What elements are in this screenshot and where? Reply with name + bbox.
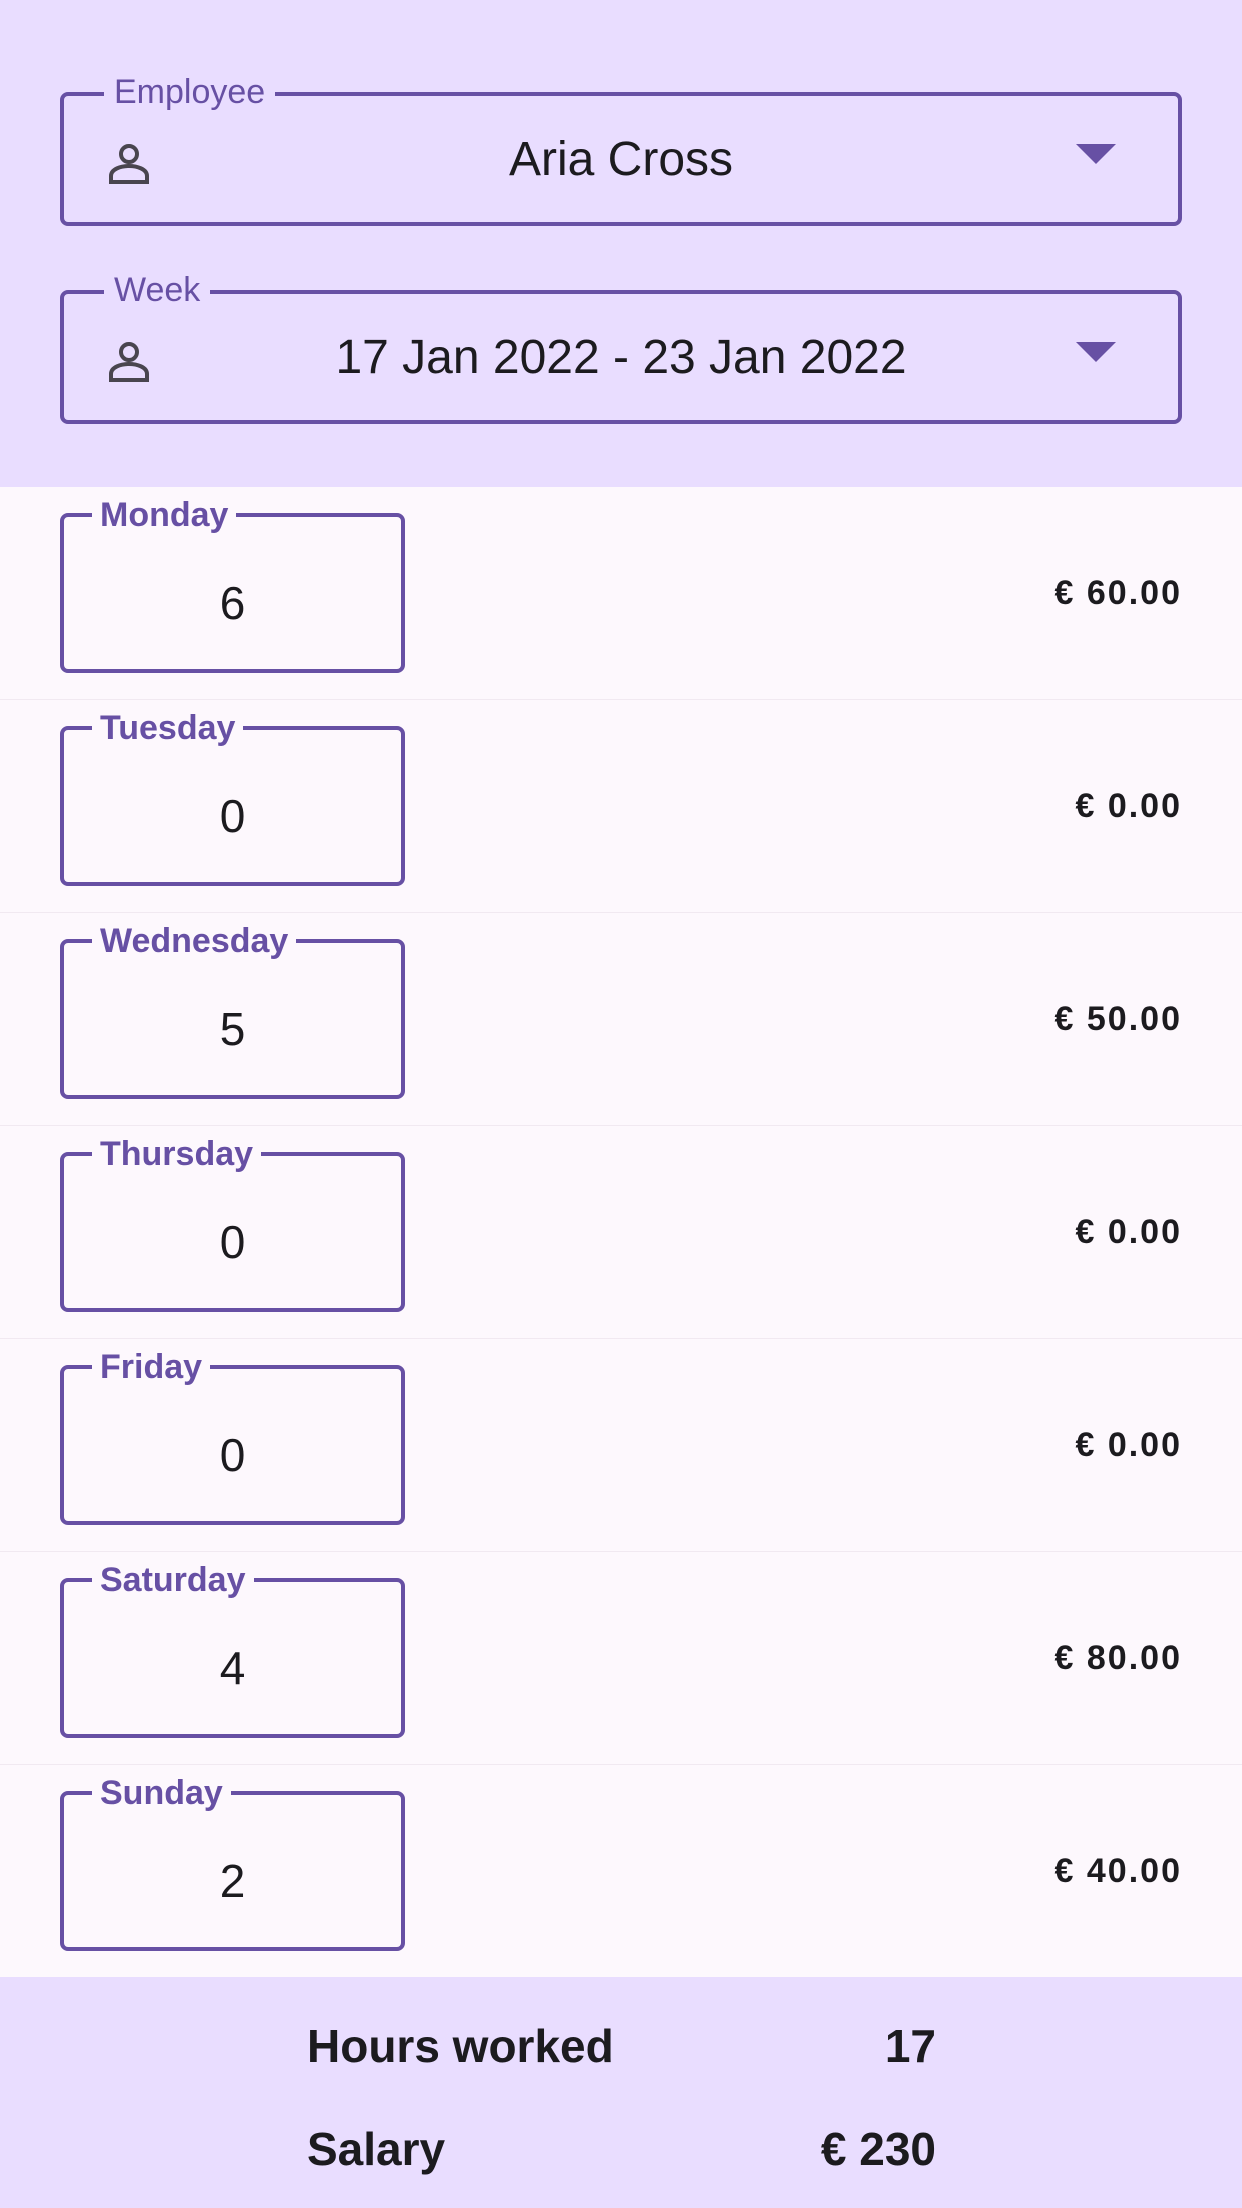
- day-pay: € 0.00: [1075, 1426, 1182, 1464]
- hours-input[interactable]: 0: [64, 1176, 401, 1308]
- hours-input[interactable]: 0: [64, 1389, 401, 1521]
- salary-label: Salary: [307, 2123, 446, 2175]
- day-label: Monday: [92, 495, 237, 535]
- day-row-thursday: Thursday 0 € 0.00: [0, 1126, 1242, 1339]
- day-row-sunday: Sunday 2 € 40.00: [0, 1765, 1242, 1978]
- day-pay: € 0.00: [1075, 1213, 1182, 1251]
- day-label: Saturday: [92, 1560, 254, 1600]
- week-dropdown[interactable]: Week 17 Jan 2022 - 23 Jan 2022: [60, 270, 1182, 424]
- day-pay: € 0.00: [1075, 787, 1182, 825]
- hours-worked-value: 17: [884, 2020, 936, 2072]
- hours-input[interactable]: 2: [64, 1815, 401, 1947]
- day-label: Sunday: [92, 1773, 231, 1813]
- employee-dropdown-value: Aria Cross: [508, 132, 734, 186]
- day-pay: € 50.00: [1054, 1000, 1182, 1038]
- hours-worked-label: Hours worked: [307, 2020, 614, 2072]
- day-label: Friday: [92, 1347, 211, 1387]
- hours-field-tuesday[interactable]: Tuesday 0: [60, 708, 405, 886]
- hours-field-monday[interactable]: Monday 6: [60, 495, 405, 673]
- hours-field-thursday[interactable]: Thursday 0: [60, 1134, 405, 1312]
- hours-field-sunday[interactable]: Sunday 2: [60, 1773, 405, 1951]
- selection-header: Employee Aria Cross Week 17 Jan 2022 - 2…: [0, 0, 1242, 487]
- salary-value: € 230: [820, 2123, 936, 2175]
- day-pay: € 40.00: [1054, 1852, 1182, 1890]
- hours-input[interactable]: 5: [64, 963, 401, 1095]
- week-dropdown-value: 17 Jan 2022 - 23 Jan 2022: [335, 330, 907, 384]
- day-pay: € 60.00: [1054, 574, 1182, 612]
- day-row-monday: Monday 6 € 60.00: [0, 487, 1242, 700]
- day-label: Thursday: [92, 1134, 262, 1174]
- day-row-saturday: Saturday 4 € 80.00: [0, 1552, 1242, 1765]
- dropdown-arrow-icon[interactable]: [1076, 144, 1116, 164]
- hours-input[interactable]: 0: [64, 750, 401, 882]
- dropdown-arrow-icon[interactable]: [1076, 342, 1116, 362]
- day-row-friday: Friday 0 € 0.00: [0, 1339, 1242, 1552]
- hours-field-friday[interactable]: Friday 0: [60, 1347, 405, 1525]
- day-label: Tuesday: [92, 708, 244, 748]
- employee-dropdown[interactable]: Employee Aria Cross: [60, 72, 1182, 226]
- summary-footer: Hours worked 17 Salary € 230: [0, 1977, 1242, 2208]
- hours-field-wednesday[interactable]: Wednesday 5: [60, 921, 405, 1099]
- hours-field-saturday[interactable]: Saturday 4: [60, 1560, 405, 1738]
- hours-input[interactable]: 4: [64, 1602, 401, 1734]
- day-row-tuesday: Tuesday 0 € 0.00: [0, 700, 1242, 913]
- day-label: Wednesday: [92, 921, 297, 961]
- day-pay: € 80.00: [1054, 1639, 1182, 1677]
- day-row-wednesday: Wednesday 5 € 50.00: [0, 913, 1242, 1126]
- hours-input[interactable]: 6: [64, 537, 401, 669]
